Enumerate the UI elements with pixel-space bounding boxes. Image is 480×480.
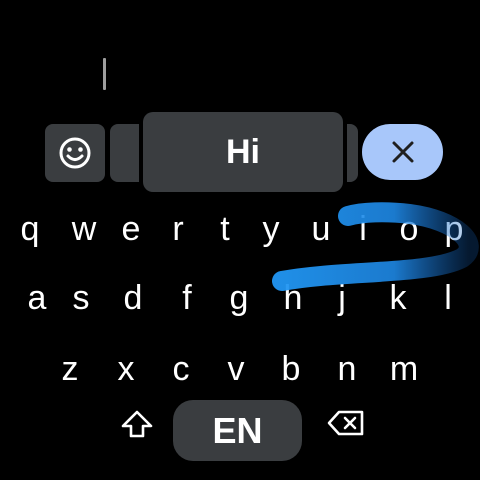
key-c[interactable]: c (161, 349, 201, 389)
emoji-button[interactable] (45, 124, 105, 182)
suggestion-primary[interactable]: Hi (143, 112, 343, 192)
key-w[interactable]: w (64, 209, 104, 249)
shift-key[interactable] (117, 408, 157, 440)
text-cursor (103, 58, 106, 90)
key-s[interactable]: s (61, 278, 101, 318)
key-l[interactable]: l (428, 278, 468, 318)
key-o[interactable]: o (389, 209, 429, 249)
key-f[interactable]: f (167, 278, 207, 318)
key-n[interactable]: n (327, 349, 367, 389)
key-y[interactable]: y (251, 209, 291, 249)
key-x[interactable]: x (106, 349, 146, 389)
key-b[interactable]: b (271, 349, 311, 389)
backspace-icon (327, 410, 364, 436)
suggestion-divider (343, 124, 347, 182)
key-z[interactable]: z (50, 349, 90, 389)
key-r[interactable]: r (158, 209, 198, 249)
key-e[interactable]: e (111, 209, 151, 249)
key-v[interactable]: v (216, 349, 256, 389)
key-k[interactable]: k (378, 278, 418, 318)
key-a[interactable]: a (17, 278, 57, 318)
emoji-smile-icon (59, 137, 91, 169)
shift-icon (121, 410, 153, 438)
key-p[interactable]: p (434, 209, 474, 249)
language-key[interactable]: EN (173, 400, 302, 461)
close-icon (392, 141, 413, 163)
key-q[interactable]: q (10, 209, 50, 249)
key-j[interactable]: j (322, 278, 362, 318)
backspace-key[interactable] (326, 407, 366, 439)
key-m[interactable]: m (384, 349, 424, 389)
key-i[interactable]: i (343, 209, 383, 249)
key-d[interactable]: d (113, 278, 153, 318)
key-g[interactable]: g (219, 278, 259, 318)
key-t[interactable]: t (205, 209, 245, 249)
clear-button[interactable] (362, 124, 443, 180)
key-h[interactable]: h (273, 278, 313, 318)
key-u[interactable]: u (301, 209, 341, 249)
